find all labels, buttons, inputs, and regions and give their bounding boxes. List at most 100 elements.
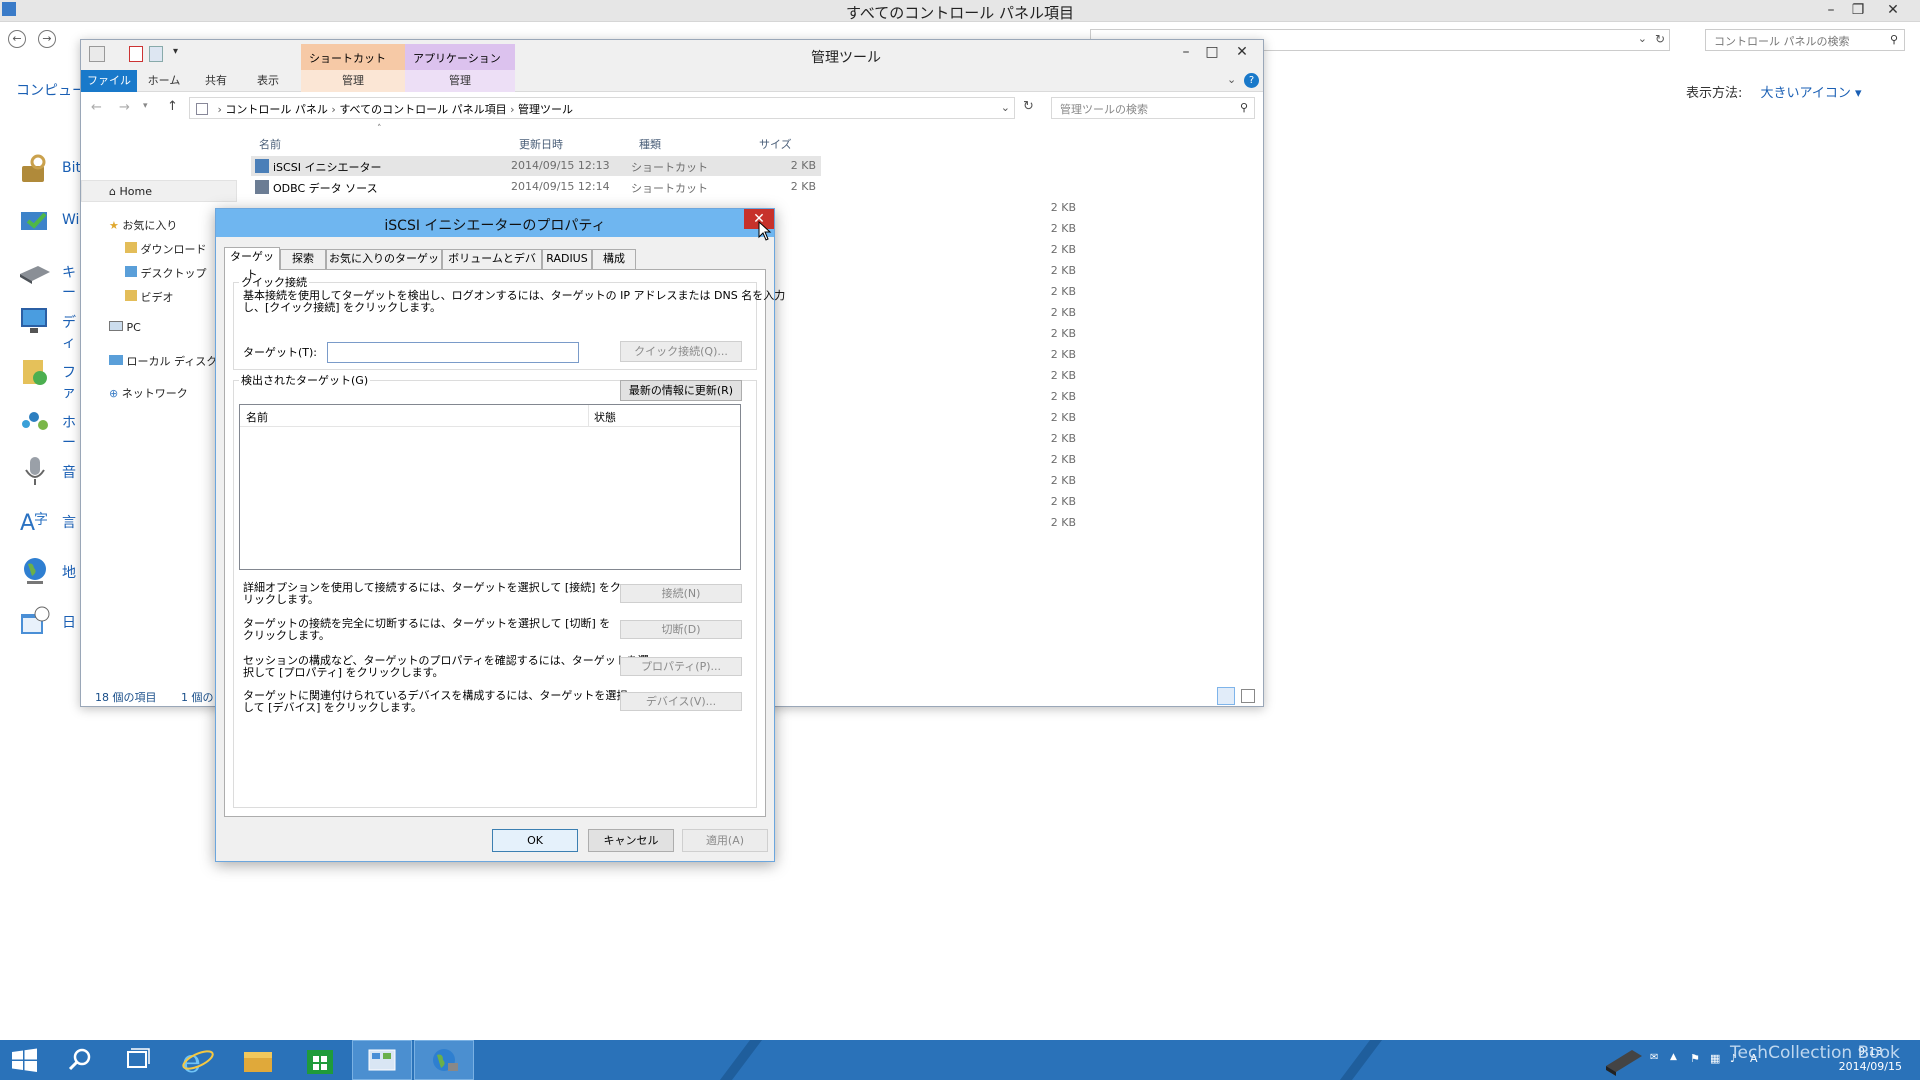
qat-dropdown-icon[interactable]: ▾ — [173, 46, 178, 57]
address-dropdown-icon[interactable]: ⌄ — [1001, 101, 1010, 114]
new-document-icon[interactable] — [129, 46, 143, 62]
taskbar-store-button[interactable] — [290, 1040, 350, 1080]
cp-item-display[interactable]: ディ — [18, 304, 78, 351]
quick-connect-button[interactable]: クイック接続(Q)... — [620, 341, 742, 362]
close-button[interactable]: ✕ — [1880, 0, 1906, 20]
chevron-down-icon[interactable]: ⌄ — [1638, 32, 1647, 45]
properties-icon[interactable] — [89, 46, 105, 62]
ribbon-tab-shortcut-manage[interactable]: 管理 — [301, 70, 405, 92]
help-icon[interactable]: ? — [1244, 73, 1259, 88]
tray-message-icon[interactable]: ✉ — [1650, 1052, 1658, 1063]
tray-flag-icon[interactable]: ⚑ — [1690, 1052, 1700, 1065]
ok-button[interactable]: OK — [492, 829, 578, 852]
list-column-name[interactable]: 名前 — [246, 409, 268, 425]
tab-configuration[interactable]: 構成 — [592, 249, 636, 269]
quick-connect-description: 基本接続を使用してターゲットを検出し、ログオンするには、ターゲットの IP アド… — [243, 290, 785, 314]
taskbar-iscsi-button[interactable] — [414, 1040, 474, 1080]
recent-locations-icon[interactable]: ▾ — [143, 101, 148, 111]
control-panel-search-input[interactable]: コントロール パネルの検索 ⚲ — [1705, 29, 1905, 51]
up-arrow-icon[interactable]: ↑ — [167, 99, 178, 114]
explorer-forward-icon[interactable]: → — [119, 100, 130, 115]
address-part[interactable]: コントロール パネル — [225, 103, 328, 116]
file-row[interactable]: iSCSI イニシエーター 2014/09/15 12:13 ショートカット 2… — [251, 156, 821, 176]
tab-radius[interactable]: RADIUS — [542, 249, 592, 269]
explorer-search-input[interactable]: 管理ツールの検索 ⚲ — [1051, 97, 1255, 119]
ribbon-tab-view[interactable]: 表示 — [243, 70, 293, 92]
cp-item-language[interactable]: A字 言 — [18, 504, 78, 540]
new-folder-icon[interactable] — [149, 46, 163, 62]
file-row[interactable]: ODBC データ ソース 2014/09/15 12:14 ショートカット 2 … — [251, 177, 821, 197]
column-header-type[interactable]: 種類 — [639, 136, 661, 152]
column-header-name[interactable]: 名前 — [259, 136, 281, 152]
column-header-date[interactable]: 更新日時 — [519, 136, 563, 152]
cp-item-label: ホー — [62, 415, 76, 451]
address-part[interactable]: すべてのコントロール パネル項目 — [339, 103, 506, 116]
cp-item-date-time[interactable]: 日 — [18, 604, 78, 640]
ribbon-tab-home[interactable]: ホーム — [139, 70, 189, 92]
cp-item-bitlocker[interactable]: Bit — [18, 152, 81, 188]
large-icons-view-icon[interactable] — [1241, 689, 1255, 703]
column-header-size[interactable]: サイズ — [759, 136, 792, 152]
devices-button[interactable]: デバイス(V)... — [620, 692, 742, 711]
cp-item-windows-update[interactable]: Wi — [18, 204, 80, 240]
details-view-icon[interactable] — [1217, 687, 1235, 705]
task-view-button[interactable] — [108, 1040, 168, 1080]
nav-item-videos[interactable]: ビデオ — [125, 289, 174, 305]
taskbar-control-panel-button[interactable] — [352, 1040, 412, 1080]
tab-discovery[interactable]: 探索 — [280, 249, 326, 269]
nav-item-downloads[interactable]: ダウンロード — [125, 241, 207, 257]
internet-explorer-icon: e — [182, 1042, 214, 1080]
discovered-targets-title: 検出されたターゲット(G) — [239, 372, 371, 388]
nav-item-favorites[interactable]: ★ お気に入り — [109, 217, 177, 233]
nav-item-pc[interactable]: PC — [109, 321, 141, 334]
ribbon-tab-app-manage[interactable]: 管理 — [405, 70, 515, 92]
refresh-button[interactable]: 最新の情報に更新(R) — [620, 380, 742, 401]
file-date: 2014/09/15 12:13 — [511, 159, 610, 172]
connect-description: 詳細オプションを使用して接続するには、ターゲットを選択して [接続] をク リック… — [243, 582, 621, 606]
taskbar-ie-button[interactable]: e — [168, 1040, 228, 1080]
explorer-close-button[interactable]: ✕ — [1229, 42, 1255, 62]
forward-arrow-icon[interactable]: → — [38, 30, 56, 48]
explorer-address-bar[interactable]: › コントロール パネル › すべてのコントロール パネル項目 › 管理ツール … — [189, 97, 1015, 119]
view-dropdown[interactable]: 大きいアイコン ▾ — [1761, 86, 1862, 101]
nav-item-desktop[interactable]: デスクトップ — [125, 265, 207, 281]
explorer-maximize-button[interactable]: □ — [1199, 42, 1225, 62]
address-part[interactable]: 管理ツール — [518, 103, 573, 116]
list-header — [240, 405, 740, 427]
minimize-button[interactable]: – — [1818, 0, 1844, 20]
cp-item-homegroup[interactable]: ホー — [18, 404, 78, 451]
nav-item-home[interactable]: ⌂ Home — [109, 185, 152, 198]
properties-button[interactable]: プロパティ(P)... — [620, 657, 742, 676]
explorer-refresh-icon[interactable]: ↻ — [1023, 99, 1034, 114]
cp-item-speech[interactable]: 音 — [18, 454, 78, 490]
tab-favorite-targets[interactable]: お気に入りのターゲット — [326, 249, 442, 283]
apply-button[interactable]: 適用(A) — [682, 829, 768, 852]
date-time-icon — [21, 606, 50, 634]
target-input[interactable] — [327, 342, 579, 363]
back-arrow-icon[interactable]: ← — [8, 30, 26, 48]
refresh-icon[interactable]: ↻ — [1655, 32, 1665, 46]
explorer-back-icon[interactable]: ← — [91, 100, 102, 115]
list-column-status[interactable]: 状態 — [594, 409, 616, 425]
tray-expand-icon[interactable]: ▲ — [1670, 1052, 1677, 1062]
start-button[interactable] — [0, 1040, 60, 1080]
ribbon-tab-file[interactable]: ファイル — [81, 70, 137, 92]
connect-button[interactable]: 接続(N) — [620, 584, 742, 603]
cp-item-region[interactable]: 地 — [18, 554, 78, 590]
nav-item-network[interactable]: ⊕ ネットワーク — [109, 385, 188, 401]
explorer-minimize-button[interactable]: – — [1173, 42, 1199, 62]
cp-item-keyboard[interactable]: キー — [18, 254, 78, 301]
tab-volumes-devices[interactable]: ボリュームとデバイス — [442, 249, 542, 283]
cp-item-file-history[interactable]: ファ — [18, 354, 78, 401]
cp-item-label: Wi — [62, 212, 80, 228]
restore-button[interactable]: ❐ — [1845, 0, 1871, 20]
ribbon-tab-share[interactable]: 共有 — [191, 70, 241, 92]
disconnect-button[interactable]: 切断(D) — [620, 620, 742, 639]
taskbar-explorer-button[interactable] — [228, 1040, 288, 1080]
taskbar-search-button[interactable] — [52, 1040, 112, 1080]
discovered-targets-list[interactable]: 名前 状態 — [239, 404, 741, 570]
cancel-button[interactable]: キャンセル — [588, 829, 674, 852]
tab-target[interactable]: ターゲット — [224, 247, 280, 281]
ribbon-expand-icon[interactable]: ⌄ — [1227, 73, 1236, 86]
tray-network-icon[interactable]: ▦ — [1710, 1052, 1720, 1065]
